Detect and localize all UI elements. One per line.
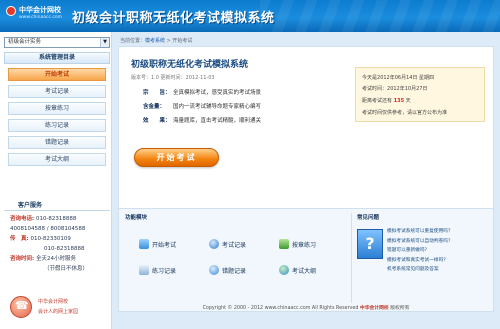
func-chapter-practice[interactable]: 按章练习 (279, 239, 316, 249)
faq-item[interactable]: 模拟考试和真实考试一样吗？ (387, 256, 491, 266)
func-wrong-record[interactable]: 错题记录 (209, 265, 246, 275)
exam-info-box: 今天是2012年06月14日 星期四 考试时间：2012年10月27日 距离考试… (355, 67, 485, 122)
breadcrumb: 当前位置：模考系统 > 开始考试 (120, 37, 192, 44)
app-header: 中华会计网校 www.chinaacc.com 初级会计职称无纸化考试模拟系统 (0, 0, 500, 32)
fax-label: 传 真: (10, 236, 29, 242)
faq-item[interactable]: 机考系统常见问题及答案 (387, 265, 491, 275)
practice-record-icon (139, 265, 149, 275)
feature-value: 全真模拟考试，感受真实的考试场景 (173, 90, 262, 96)
feature-value: 国内一流考试辅导命题专家精心编写 (173, 104, 262, 110)
feature-purpose: 宗 旨： 全真模拟考试，感受真实的考试场景 (143, 88, 261, 96)
phone-label: 咨询电话: (10, 216, 35, 222)
fax-number-alt: 010-82318888 (44, 246, 85, 252)
today-prefix: 今天是 (362, 75, 378, 81)
exam-time: 2012年10月27日 (387, 86, 428, 92)
phone-icon (10, 296, 32, 318)
func-label: 考试大纲 (292, 267, 317, 275)
function-title: 功能模块 (125, 215, 148, 221)
faq-item[interactable]: 模拟考试系统可以自动判卷吗？ (387, 237, 491, 247)
exam-title: 初级职称无纸化考试模拟系统 (131, 60, 249, 70)
today-date: 2012年06月14日 星期四 (377, 75, 435, 81)
feature-effect: 效 果： 海量题库，直击考试精髓，顺利通关 (143, 116, 261, 124)
exam-panel: 初级职称无纸化考试模拟系统 版本号：1.0 更新时间：2012-11-03 宗 … (118, 46, 494, 234)
menu-title: 系统管理目录 (4, 52, 110, 64)
logo-icon (6, 6, 16, 16)
service-badge: 中华会计网校 会计人的网上家园 (8, 294, 108, 324)
chevron-down-icon[interactable]: ▼ (100, 38, 109, 47)
sidebar-item-practice-record[interactable]: 练习记录 (8, 119, 106, 132)
wrong-record-icon (209, 265, 219, 275)
question-mark-icon: ? (357, 229, 383, 259)
customer-service-title: 客户服务 (4, 200, 110, 211)
breadcrumb-link[interactable]: 模考系统 (145, 38, 165, 44)
service-brand: 中华会计网校 (38, 299, 69, 305)
chapter-practice-icon (279, 239, 289, 249)
sidebar-item-wrong-record[interactable]: 错题记录 (8, 136, 106, 149)
sidebar-item-exam-record[interactable]: 考试记录 (8, 85, 106, 98)
app-title: 初级会计职称无纸化考试模拟系统 (72, 11, 275, 26)
panel-divider (351, 213, 352, 303)
footer: Copyright © 2000 - 2012 www.chinaacc.com… (112, 304, 500, 316)
feature-key: 含金量： (143, 104, 166, 110)
exam-start-icon (139, 239, 149, 249)
service-hours-note: （节假日不休息） (44, 266, 89, 272)
faq-item[interactable]: 错题可以重新做吗？ (387, 246, 491, 256)
exam-meta: 版本号：1.0 更新时间：2012-11-03 (131, 75, 215, 81)
header-decoration (260, 0, 500, 32)
func-label: 按章练习 (292, 241, 317, 249)
sidebar-menu: 开始考试 考试记录 按章练习 练习记录 错题记录 考试大纲 (8, 68, 106, 170)
feature-quality: 含金量： 国内一流考试辅导命题专家精心编写 (143, 102, 261, 110)
function-panel: 功能模块 开始考试 考试记录 按章练习 练习记录 错题记录 考试大纲 常见问题 … (118, 208, 494, 312)
countdown-prefix: 距离考试还有 (362, 98, 393, 104)
func-label: 开始考试 (152, 241, 177, 249)
logo-url: www.chinaacc.com (19, 15, 62, 20)
func-label: 考试记录 (222, 241, 247, 249)
feature-key: 宗 旨： (143, 90, 171, 96)
countdown-days: 135 (393, 98, 405, 104)
main-content: 当前位置：模考系统 > 开始考试 初级职称无纸化考试模拟系统 版本号：1.0 更… (112, 32, 500, 329)
logo-name: 中华会计网校 (19, 6, 61, 14)
subject-select-value: 初级会计实务 (8, 39, 42, 45)
hours-label: 咨询时间: (10, 256, 35, 262)
func-label: 练习记录 (152, 267, 177, 275)
today-line: 今天是2012年06月14日 星期四 (362, 74, 434, 81)
contact-info: 咨询电话: 010-82318888 4008104588 / 80081045… (10, 214, 110, 274)
func-practice-record[interactable]: 练习记录 (139, 265, 176, 275)
countdown-line: 距离考试还有 135 天 (362, 97, 411, 104)
sidebar: 初级会计实务 ▼ 系统管理目录 开始考试 考试记录 按章练习 练习记录 错题记录… (0, 32, 112, 329)
fax-number: 010-82330109 (30, 236, 71, 242)
feature-value: 海量题库，直击考试精髓，顺利通关 (173, 118, 262, 124)
sidebar-item-chapter-practice[interactable]: 按章练习 (8, 102, 106, 115)
subject-select[interactable]: 初级会计实务 ▼ (4, 37, 110, 48)
func-exam-record[interactable]: 考试记录 (209, 239, 246, 249)
faq-list: 模拟考试系统可以重复使用吗？ 模拟考试系统可以自动判卷吗？ 错题可以重新做吗？ … (387, 227, 491, 275)
breadcrumb-current: 开始考试 (172, 38, 193, 44)
exam-time-prefix: 考试时间： (362, 86, 388, 92)
breadcrumb-prefix: 当前位置： (120, 38, 146, 44)
exam-time-line: 考试时间：2012年10月27日 (362, 85, 427, 92)
sidebar-item-start-exam[interactable]: 开始考试 (8, 68, 106, 81)
phone-number-alt: 4008104588 / 8008104588 (10, 226, 86, 232)
phone-number: 010-82318888 (35, 216, 77, 222)
footer-suffix: 版权所有 (390, 306, 410, 311)
exam-record-icon (209, 239, 219, 249)
service-slogan: 会计人的网上家园 (38, 309, 79, 315)
faq-item[interactable]: 模拟考试系统可以重复使用吗？ (387, 227, 491, 237)
func-start-exam[interactable]: 开始考试 (139, 239, 176, 249)
service-hours: 全天24小时服务 (35, 256, 76, 262)
sidebar-item-syllabus[interactable]: 考试大纲 (8, 153, 106, 166)
syllabus-icon (279, 265, 289, 275)
faq-title: 常见问题 (357, 215, 380, 221)
exam-notice: 考试时间仅供参考，请以官方公布为准 (362, 110, 448, 116)
footer-copyright: Copyright © 2000 - 2012 www.chinaacc.com… (202, 306, 359, 311)
feature-key: 效 果： (143, 118, 171, 124)
func-syllabus[interactable]: 考试大纲 (279, 265, 316, 275)
start-exam-button[interactable]: 开始考试 (134, 148, 219, 167)
func-label: 错题记录 (222, 267, 247, 275)
footer-brand: 中华会计网校 (359, 306, 389, 311)
countdown-unit: 天 (405, 98, 411, 104)
